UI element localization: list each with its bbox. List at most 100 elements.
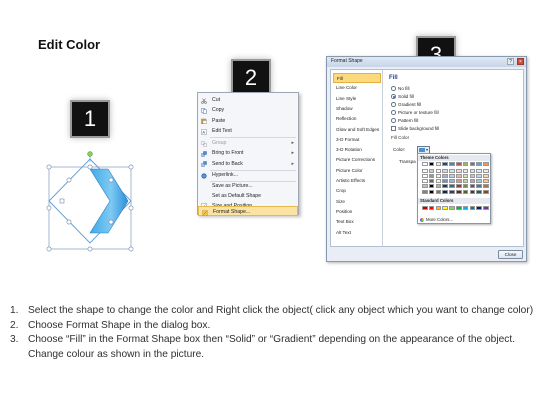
standard-color-swatch[interactable] [435,206,442,211]
theme-color-swatch[interactable] [442,189,448,194]
selected-shape[interactable] [36,150,141,252]
theme-color-swatch[interactable] [449,189,455,194]
help-button[interactable]: ? [507,58,514,65]
standard-color-swatch[interactable] [469,206,476,211]
radio-gradient-fill[interactable]: Gradient fill [391,101,421,108]
theme-color-swatch[interactable] [456,168,462,173]
theme-color-swatch[interactable] [476,162,482,167]
nav-item-3d-format[interactable]: 3-D Format [333,135,381,145]
theme-color-swatch[interactable] [456,179,462,184]
theme-color-swatch[interactable] [435,184,442,189]
theme-color-swatch[interactable] [483,179,489,184]
theme-color-swatch[interactable] [428,162,435,167]
nav-item-size[interactable]: Size [333,197,381,207]
theme-color-swatch[interactable] [435,179,442,184]
theme-color-swatch[interactable] [462,162,469,167]
menu-item-cut[interactable]: Cut [198,95,298,105]
nav-item-reflection[interactable]: Reflection [333,114,381,124]
theme-color-swatch[interactable] [483,162,489,167]
theme-color-swatch[interactable] [422,184,428,189]
theme-color-swatch[interactable] [428,173,435,179]
standard-color-swatch[interactable] [449,206,455,211]
theme-color-swatch[interactable] [469,168,476,173]
theme-color-swatch[interactable] [449,168,455,173]
theme-color-swatch[interactable] [469,179,476,184]
menu-item-send-to-back[interactable]: Send to Back ▸ [198,159,298,169]
standard-color-swatch[interactable] [422,206,428,211]
theme-color-swatch[interactable] [422,173,428,179]
theme-color-swatch[interactable] [469,173,476,179]
theme-color-swatch[interactable] [435,189,442,194]
theme-color-swatch[interactable] [435,162,442,167]
theme-color-swatch[interactable] [435,173,442,179]
more-colors-button[interactable]: More Colors... [420,217,453,222]
theme-color-swatch[interactable] [442,184,448,189]
theme-color-swatch[interactable] [469,189,476,194]
theme-color-swatch[interactable] [449,179,455,184]
nav-item-alt-text[interactable]: Alt Text [333,228,381,238]
theme-color-swatch[interactable] [462,189,469,194]
theme-color-swatch[interactable] [462,173,469,179]
theme-color-swatch[interactable] [456,189,462,194]
theme-color-swatch[interactable] [442,179,448,184]
menu-item-format-shape[interactable]: Format Shape... [198,206,298,217]
standard-color-swatch[interactable] [476,206,482,211]
menu-item-paste[interactable]: Paste [198,116,298,126]
theme-color-swatch[interactable] [469,162,476,167]
theme-color-swatch[interactable] [449,184,455,189]
nav-item-picture-corrections[interactable]: Picture Corrections [333,155,381,165]
theme-color-swatch[interactable] [449,162,455,167]
theme-color-swatch[interactable] [442,173,448,179]
menu-item-save-as-picture[interactable]: Save as Picture... [198,181,298,191]
theme-color-swatch[interactable] [483,173,489,179]
theme-color-swatch[interactable] [422,189,428,194]
standard-color-swatch[interactable] [462,206,469,211]
theme-color-swatch[interactable] [428,168,435,173]
radio-no-fill[interactable]: No fill [391,85,410,92]
checkbox-slide-background-fill[interactable]: Slide background fill [391,125,439,132]
menu-item-hyperlink[interactable]: Hyperlink... [198,170,298,180]
menu-item-set-default-shape[interactable]: Set as Default Shape [198,191,298,201]
close-icon[interactable]: × [517,58,524,65]
menu-item-bring-to-front[interactable]: Bring to Front ▸ [198,148,298,158]
theme-color-swatch[interactable] [422,162,428,167]
theme-color-swatch[interactable] [469,184,476,189]
chevron-shape-graphic[interactable] [36,150,141,252]
radio-pattern-fill[interactable]: Pattern fill [391,117,418,124]
theme-color-swatch[interactable] [428,189,435,194]
dialog-close-button[interactable]: Close [498,250,523,259]
standard-color-swatch[interactable] [483,206,489,211]
standard-color-swatch[interactable] [428,206,435,211]
menu-item-copy[interactable]: Copy [198,105,298,115]
nav-item-fill[interactable]: Fill [333,73,381,84]
radio-picture-fill[interactable]: Picture or texture fill [391,109,439,116]
radio-solid-fill[interactable]: Solid fill [391,93,414,100]
theme-color-swatch[interactable] [462,184,469,189]
nav-item-picture-color[interactable]: Picture Color [333,166,381,176]
nav-item-artistic-effects[interactable]: Artistic Effects [333,176,381,186]
nav-item-position[interactable]: Position [333,207,381,217]
theme-color-swatch[interactable] [476,173,482,179]
theme-color-swatch[interactable] [483,168,489,173]
theme-color-swatch[interactable] [462,168,469,173]
theme-color-swatch[interactable] [483,189,489,194]
nav-item-line-color[interactable]: Line Color [333,83,381,93]
theme-color-swatch[interactable] [476,189,482,194]
theme-color-swatch[interactable] [476,179,482,184]
theme-color-swatch[interactable] [442,168,448,173]
theme-color-swatch[interactable] [442,162,448,167]
menu-item-group[interactable]: Group ▸ [198,138,298,148]
nav-item-3d-rotation[interactable]: 3-D Rotation [333,145,381,155]
theme-color-swatch[interactable] [428,179,435,184]
theme-color-swatch[interactable] [422,168,428,173]
theme-color-swatch[interactable] [428,184,435,189]
theme-color-swatch[interactable] [435,168,442,173]
theme-color-swatch[interactable] [456,162,462,167]
nav-item-crop[interactable]: Crop [333,186,381,196]
theme-color-swatch[interactable] [462,179,469,184]
theme-color-swatch[interactable] [476,184,482,189]
theme-color-swatch[interactable] [476,168,482,173]
nav-item-line-style[interactable]: Line Style [333,94,381,104]
standard-color-swatch[interactable] [456,206,462,211]
theme-color-swatch[interactable] [422,179,428,184]
